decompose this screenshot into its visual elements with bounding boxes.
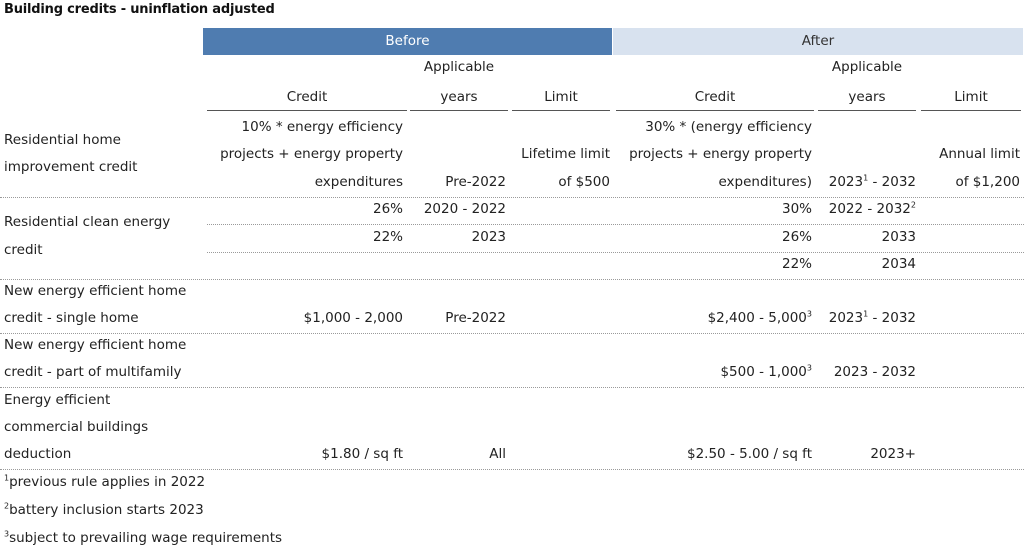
before-years-cell: Pre-2022 (445, 310, 506, 326)
before-credit-cell: expenditures (314, 174, 403, 190)
page-title: Building credits - uninflation adjusted (4, 2, 275, 17)
before-years-cell: All (489, 446, 506, 462)
row-divider (0, 387, 1024, 388)
divider (921, 110, 1021, 111)
after-credit-cell: projects + energy property (629, 146, 812, 162)
after-years-header: years (848, 89, 886, 105)
row-label: New energy efficient home (4, 283, 187, 299)
after-credit-cell: $2,400 - 5,0003 (707, 309, 812, 326)
before-credit-header: Credit (286, 89, 328, 105)
after-years-cell: 2022 - 20322 (828, 200, 916, 217)
before-limit-header: Limit (544, 89, 578, 105)
row-divider (0, 197, 1024, 198)
row-label: Residential home (4, 132, 121, 148)
after-limit-header: Limit (954, 89, 988, 105)
after-limit-cell: Annual limit (939, 146, 1020, 162)
before-limit-cell: of $500 (558, 174, 610, 190)
before-credit-cell: $1.80 / sq ft (321, 446, 403, 462)
before-credit-cell: $1,000 - 2,000 (303, 310, 403, 326)
after-credit-cell: expenditures) (718, 174, 812, 190)
after-credit-cell: 30% (781, 201, 812, 217)
after-years-cell: 20231 - 2032 (828, 173, 916, 190)
before-years-header: years (440, 89, 478, 105)
before-years-cell: 2020 - 2022 (423, 201, 506, 217)
before-credit-cell: 10% * energy efficiency (241, 119, 403, 135)
after-credit-cell: 26% (781, 229, 812, 245)
footnote: 1previous rule applies in 2022 (4, 473, 206, 490)
row-label: credit - single home (4, 310, 139, 326)
divider (410, 110, 508, 111)
sub-row-divider (207, 224, 1024, 225)
after-years-cell: 2033 (881, 229, 916, 245)
divider (207, 110, 407, 111)
after-years-cell: 2023+ (870, 446, 916, 462)
footnote: 2battery inclusion starts 2023 (4, 501, 204, 518)
divider (616, 110, 814, 111)
row-label: deduction (4, 446, 72, 462)
sub-row-divider (207, 252, 1024, 253)
divider (512, 110, 610, 111)
row-divider (0, 469, 1024, 470)
row-label: New energy efficient home (4, 337, 187, 353)
row-label: improvement credit (4, 159, 138, 175)
after-applicable-header: Applicable (831, 59, 903, 75)
after-credit-cell: $500 - 1,0003 (720, 363, 812, 380)
row-label: commercial buildings (4, 419, 149, 435)
before-credit-cell: 22% (372, 229, 403, 245)
row-divider (0, 333, 1024, 334)
after-years-cell: 2023 - 2032 (833, 364, 916, 380)
before-credit-cell: 26% (372, 201, 403, 217)
before-applicable-header: Applicable (423, 59, 495, 75)
before-years-cell: 2023 (471, 229, 506, 245)
row-label: Energy efficient (4, 392, 111, 408)
row-label: credit - part of multifamily (4, 364, 182, 380)
row-divider (0, 279, 1024, 280)
after-credit-cell: 22% (781, 256, 812, 272)
divider (818, 110, 916, 111)
row-label: Residential clean energy (4, 214, 171, 230)
after-credit-cell: $2.50 - 5.00 / sq ft (687, 446, 812, 462)
after-credit-cell: 30% * (energy efficiency (645, 119, 812, 135)
after-group-header: After (613, 28, 1023, 55)
before-limit-cell: Lifetime limit (521, 146, 610, 162)
after-years-cell: 2034 (881, 256, 916, 272)
before-years-cell: Pre-2022 (445, 174, 506, 190)
after-limit-cell: of $1,200 (955, 174, 1020, 190)
after-years-cell: 20231 - 2032 (828, 309, 916, 326)
footnote: 3subject to prevailing wage requirements (4, 529, 283, 546)
after-credit-header: Credit (694, 89, 736, 105)
before-credit-cell: projects + energy property (220, 146, 403, 162)
building-credits-table: Building credits - uninflation adjusted … (0, 0, 1024, 557)
before-group-header: Before (203, 28, 612, 55)
row-label: credit (4, 242, 43, 258)
